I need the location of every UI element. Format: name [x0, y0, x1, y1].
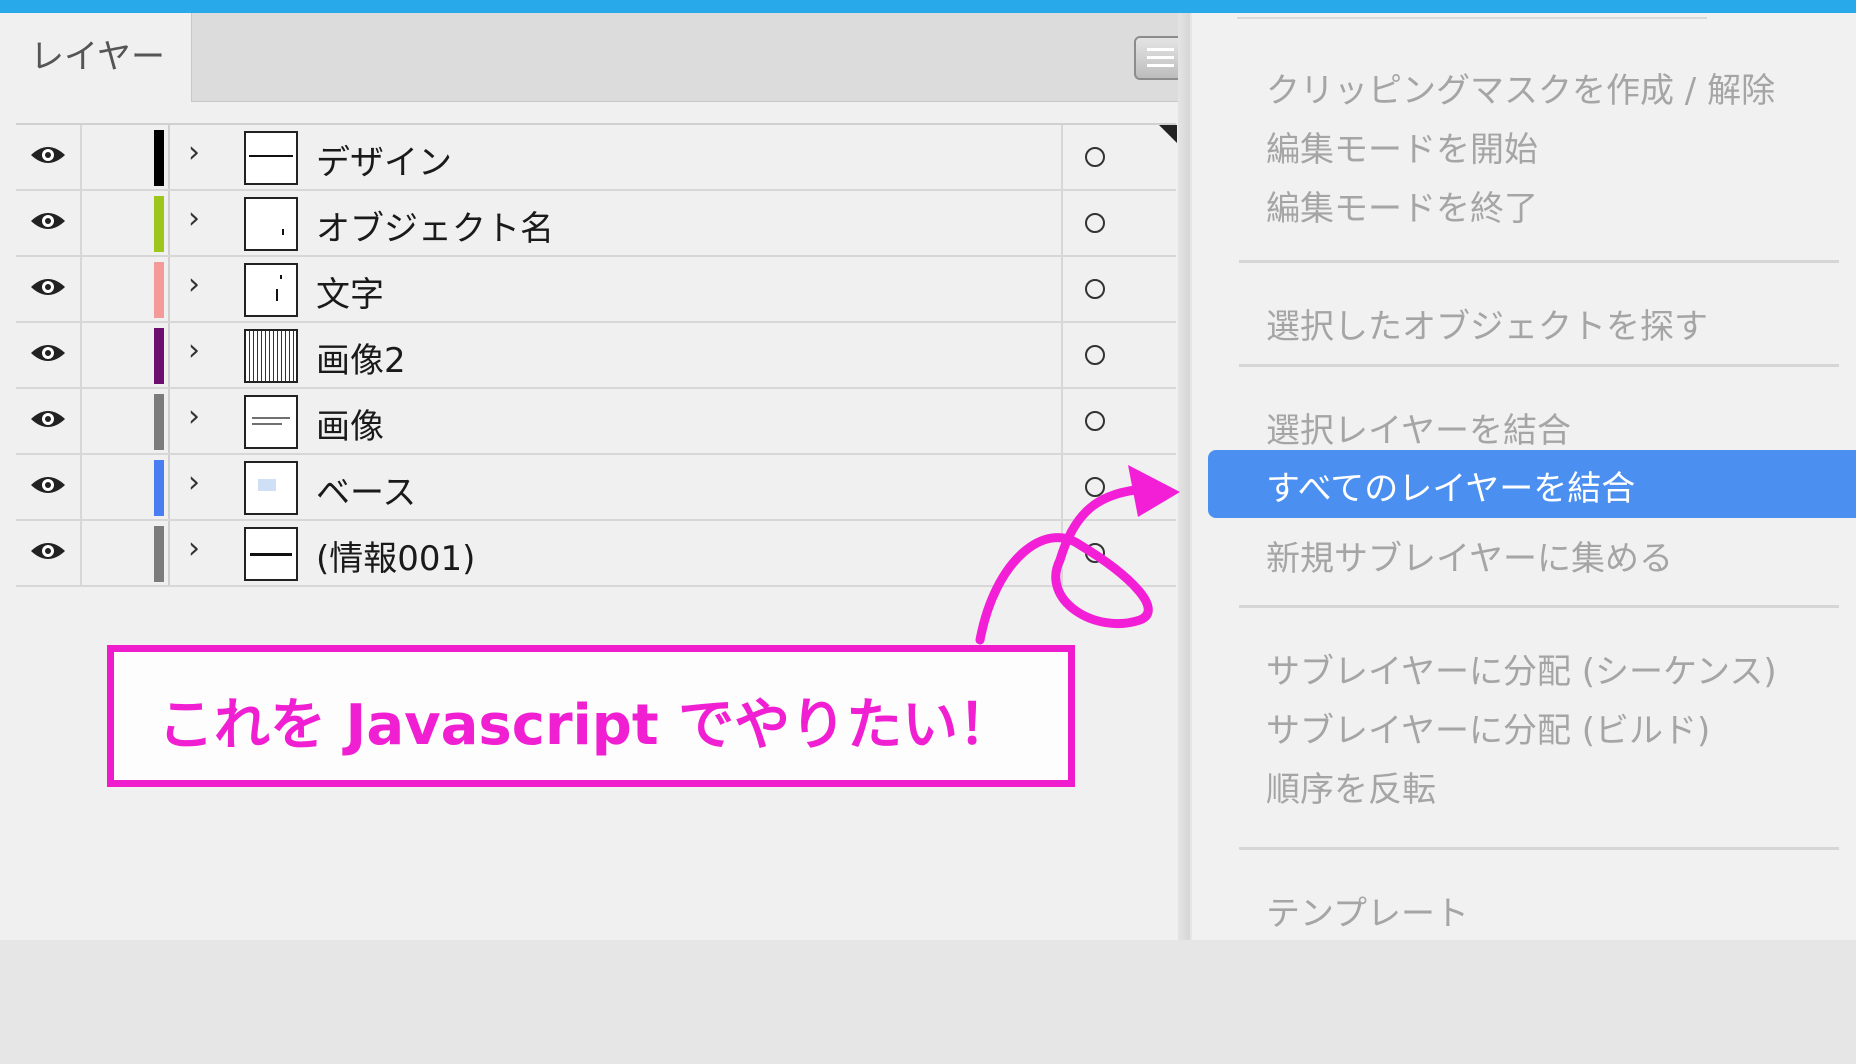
- annotation-text: これを Javascript でやりたい！: [158, 693, 1015, 758]
- annotation-arrow-icon: [975, 465, 1180, 645]
- annotation-box: これを Javascript でやりたい！: [107, 645, 1075, 787]
